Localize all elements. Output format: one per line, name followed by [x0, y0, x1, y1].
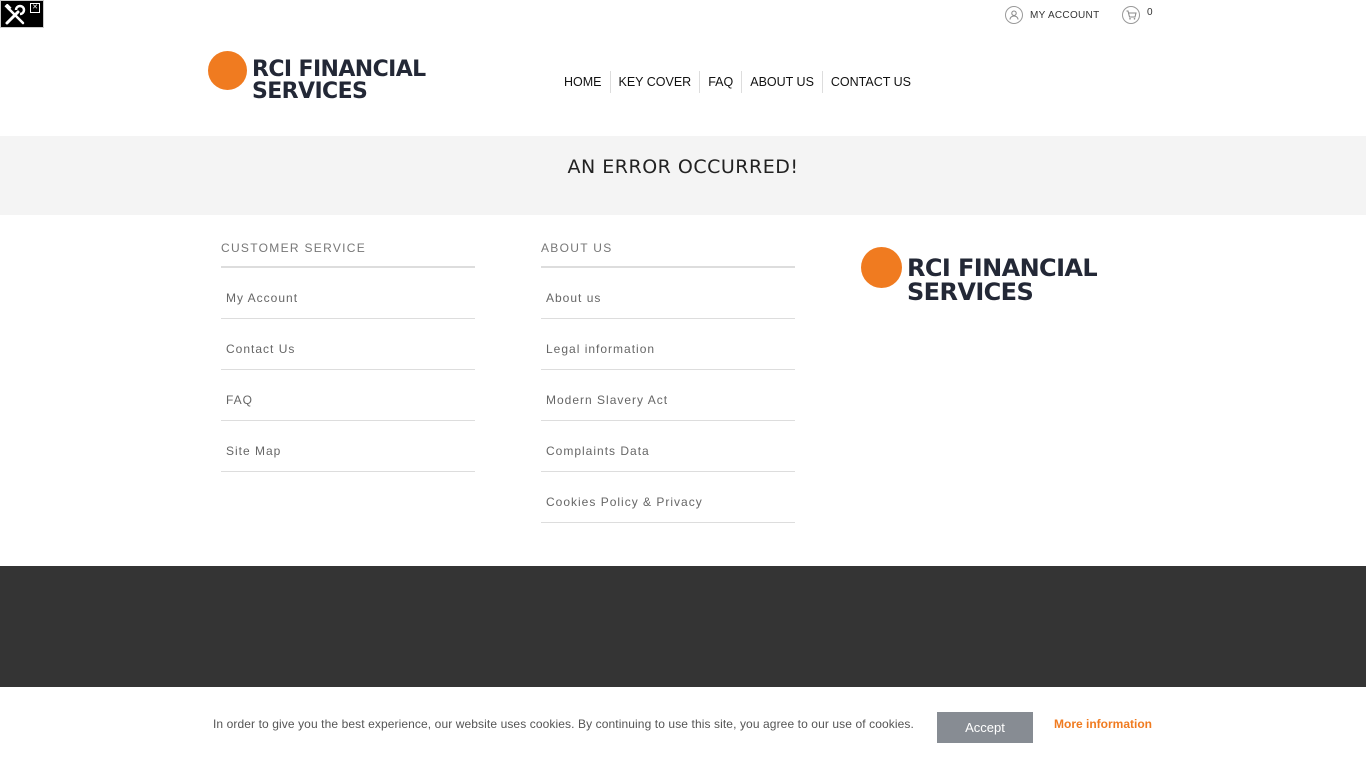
footer-link-about-us[interactable]: About us: [541, 291, 601, 305]
my-account-label: MY ACCOUNT: [1030, 9, 1100, 21]
main-nav: HOME KEY COVER FAQ ABOUT US CONTACT US: [556, 71, 919, 93]
list-item: Cookies Policy & Privacy: [541, 472, 795, 523]
user-icon: [1005, 6, 1023, 24]
logo-line-2: SERVICES: [252, 79, 368, 104]
nav-faq[interactable]: FAQ: [699, 71, 741, 93]
logo-line-2: SERVICES: [907, 278, 1034, 306]
list-item: FAQ: [221, 370, 475, 421]
footer-customer-service: CUSTOMER SERVICE My Account Contact Us F…: [221, 241, 475, 472]
error-title: AN ERROR OCCURRED!: [567, 155, 799, 178]
logo-line-1: RCI FINANCIAL: [907, 254, 1098, 282]
list-item: My Account: [221, 268, 475, 319]
footer-logo: RCI FINANCIAL SERVICES: [861, 247, 1098, 306]
footer-dark-band: [0, 566, 1366, 687]
footer-link-cookies-policy[interactable]: Cookies Policy & Privacy: [541, 495, 703, 509]
accept-cookies-button[interactable]: Accept: [937, 712, 1033, 743]
cookie-banner: In order to give you the best experience…: [0, 687, 1366, 768]
list-item: Contact Us: [221, 319, 475, 370]
cart-icon: [1122, 6, 1140, 24]
footer-link-modern-slavery-act[interactable]: Modern Slavery Act: [541, 393, 668, 407]
list-item: Complaints Data: [541, 421, 795, 472]
list-item: Modern Slavery Act: [541, 370, 795, 421]
logo-line-1: RCI FINANCIAL: [252, 57, 426, 82]
nav-about-us[interactable]: ABOUT US: [741, 71, 822, 93]
cookie-message: In order to give you the best experience…: [213, 717, 914, 731]
nav-key-cover[interactable]: KEY COVER: [609, 71, 700, 93]
my-account-link[interactable]: MY ACCOUNT: [1005, 4, 1100, 26]
tools-widget[interactable]: ✕: [0, 0, 44, 28]
list-item: Site Map: [221, 421, 475, 472]
list-item: Legal information: [541, 319, 795, 370]
logo-dot: [861, 247, 902, 288]
footer-link-complaints-data[interactable]: Complaints Data: [541, 444, 650, 458]
header-logo[interactable]: RCI FINANCIAL SERVICES: [208, 51, 426, 103]
more-information-link[interactable]: More information: [1054, 717, 1152, 731]
nav-home[interactable]: HOME: [556, 71, 610, 93]
logo-text: RCI FINANCIAL SERVICES: [252, 59, 426, 103]
footer-link-contact-us[interactable]: Contact Us: [221, 342, 295, 356]
footer-link-legal-information[interactable]: Legal information: [541, 342, 655, 356]
close-icon[interactable]: ✕: [30, 3, 40, 13]
logo-text: RCI FINANCIAL SERVICES: [907, 254, 1098, 306]
logo-dot: [208, 51, 247, 90]
tools-icon: [4, 4, 26, 25]
footer-customer-service-title: CUSTOMER SERVICE: [221, 241, 475, 268]
error-banner: AN ERROR OCCURRED!: [0, 136, 1366, 215]
footer-link-my-account[interactable]: My Account: [221, 291, 298, 305]
footer-link-site-map[interactable]: Site Map: [221, 444, 281, 458]
footer-link-faq[interactable]: FAQ: [221, 393, 253, 407]
footer-about-us: ABOUT US About us Legal information Mode…: [541, 241, 795, 523]
cart-count: 0: [1147, 6, 1153, 18]
list-item: About us: [541, 268, 795, 319]
cart-link[interactable]: 0: [1122, 4, 1153, 26]
footer-about-us-title: ABOUT US: [541, 241, 795, 268]
nav-contact-us[interactable]: CONTACT US: [821, 71, 919, 93]
